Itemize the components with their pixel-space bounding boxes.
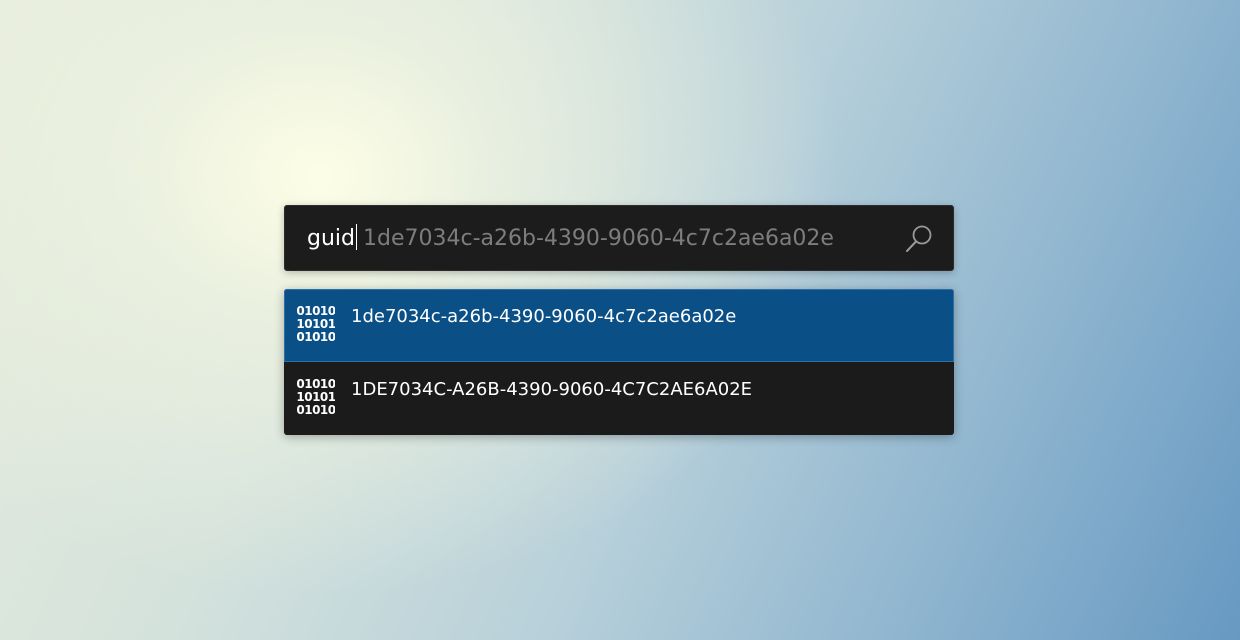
result-item-lowercase-guid[interactable]: 01010 10101 01010 1de7034c-a26b-4390-906… (284, 289, 954, 362)
svg-text:01010: 01010 (297, 304, 335, 318)
result-item-uppercase-guid[interactable]: 01010 10101 01010 1DE7034C-A26B-4390-906… (284, 362, 954, 435)
svg-text:01010: 01010 (297, 403, 335, 417)
search-icon (906, 225, 932, 252)
result-label: 1DE7034C-A26B-4390-9060-4C7C2AE6A02E (351, 379, 753, 400)
binary-icon: 01010 10101 01010 (297, 377, 335, 417)
result-label: 1de7034c-a26b-4390-9060-4c7c2ae6a02e (351, 306, 737, 327)
svg-text:01010: 01010 (297, 377, 335, 391)
search-typed-text: guid (307, 226, 355, 251)
text-caret (356, 224, 357, 250)
svg-text:01010: 01010 (297, 330, 335, 344)
binary-icon: 01010 10101 01010 (297, 304, 335, 344)
svg-text:10101: 10101 (297, 317, 335, 331)
search-button[interactable] (903, 223, 935, 255)
search-suggestion-text: 1de7034c-a26b-4390-9060-4c7c2ae6a02e (363, 226, 834, 251)
search-input[interactable]: guid 1de7034c-a26b-4390-9060-4c7c2ae6a02e (307, 224, 834, 254)
svg-text:10101: 10101 (297, 390, 335, 404)
search-box[interactable]: guid 1de7034c-a26b-4390-9060-4c7c2ae6a02e (284, 205, 954, 271)
results-list: 01010 10101 01010 1de7034c-a26b-4390-906… (284, 289, 954, 435)
